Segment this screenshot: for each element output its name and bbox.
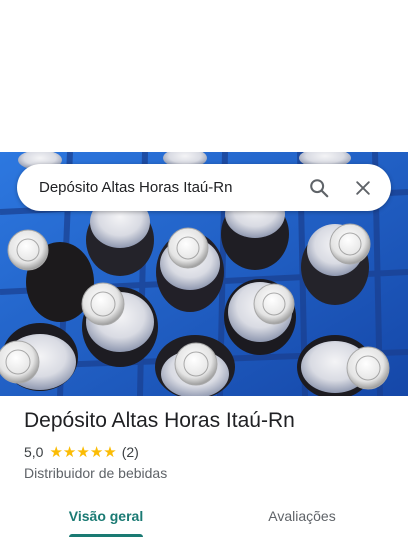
- place-category[interactable]: Distribuidor de bebidas: [24, 465, 167, 481]
- star-icon: ★: [89, 443, 104, 461]
- star-icon: ★: [76, 443, 90, 461]
- review-count[interactable]: (2): [122, 444, 139, 460]
- star-icon: ★: [62, 443, 77, 461]
- close-icon[interactable]: [341, 164, 385, 211]
- place-tabs: Visão geral Avaliações: [0, 494, 408, 538]
- rating-row[interactable]: 5,0 ★ ★ ★ ★ ★ (2): [24, 444, 139, 460]
- search-bar[interactable]: Depósito Altas Horas Itaú-Rn: [17, 164, 391, 211]
- tab-overview[interactable]: Visão geral: [24, 494, 188, 538]
- place-name: Depósito Altas Horas Itaú-Rn: [24, 409, 295, 432]
- star-icon: ★: [103, 443, 117, 461]
- active-tab-indicator: [69, 534, 143, 537]
- search-icon[interactable]: [297, 164, 341, 211]
- tab-reviews[interactable]: Avaliações: [220, 494, 384, 538]
- star-rating: ★ ★ ★ ★ ★: [49, 445, 116, 460]
- search-query[interactable]: Depósito Altas Horas Itaú-Rn: [39, 179, 297, 196]
- star-icon: ★: [49, 443, 63, 461]
- rating-value: 5,0: [24, 444, 44, 460]
